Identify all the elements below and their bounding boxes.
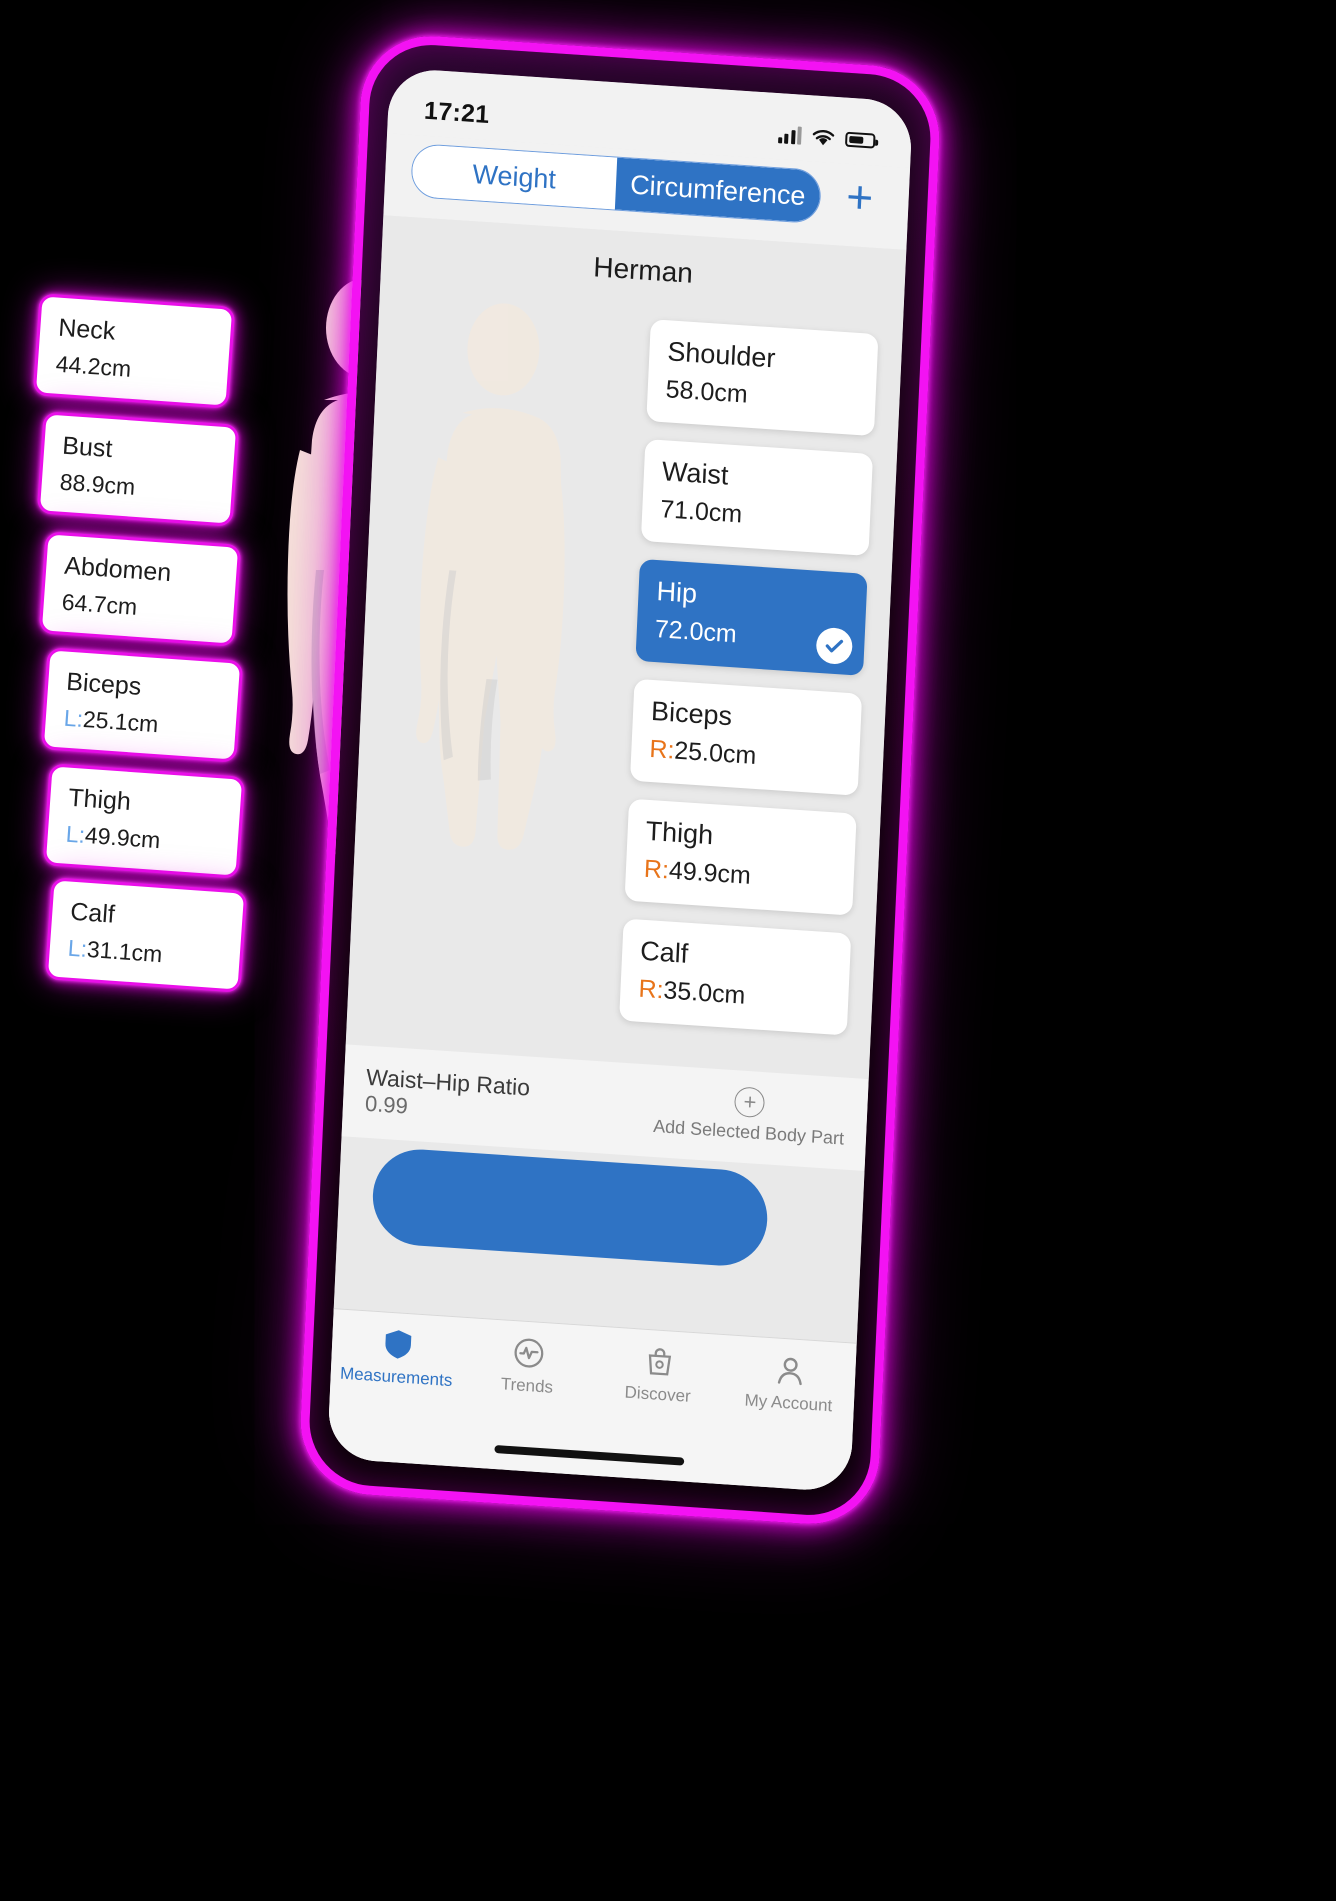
- measurement-name: Bust: [61, 431, 114, 464]
- tab-measurements[interactable]: Measurements: [330, 1323, 463, 1392]
- measurement-card-biceps[interactable]: Biceps R:25.0cm: [629, 678, 863, 796]
- measurement-value: 64.7cm: [61, 589, 217, 627]
- callout-card-bust[interactable]: Bust 88.9cm: [36, 411, 240, 527]
- shield-icon: [384, 1330, 411, 1359]
- person-icon: [777, 1357, 802, 1386]
- pulse-icon: [513, 1338, 543, 1368]
- side-prefix: L:: [63, 704, 84, 732]
- measurement-value: 58.0cm: [665, 375, 858, 417]
- measurements-content: Herman Shoulder 58.0cm Waist 71.0cm Hip …: [326, 215, 907, 1493]
- callout-card-biceps[interactable]: Biceps L:25.1cm: [40, 647, 244, 763]
- status-indicators: [777, 125, 876, 150]
- measurement-name: Biceps: [65, 667, 143, 701]
- bag-icon: [648, 1348, 671, 1376]
- body-silhouette-background: [362, 296, 627, 1090]
- tab-circumference[interactable]: Circumference: [614, 157, 821, 224]
- value-text: 44.2cm: [55, 350, 133, 382]
- measurement-card-hip[interactable]: Hip 72.0cm: [635, 558, 868, 676]
- side-prefix: R:: [643, 854, 670, 885]
- value-text: 31.1cm: [86, 935, 164, 968]
- tab-discover[interactable]: Discover: [592, 1340, 725, 1409]
- measurement-card-shoulder[interactable]: Shoulder 58.0cm: [646, 319, 879, 437]
- selected-check-icon: [815, 626, 854, 666]
- tab-label: Measurements: [339, 1363, 453, 1391]
- value-text: 71.0cm: [659, 495, 743, 529]
- measurement-value: R:49.9cm: [643, 855, 836, 897]
- value-text: 35.0cm: [662, 976, 746, 1010]
- tab-label: My Account: [744, 1390, 833, 1416]
- cellular-signal-icon: [777, 125, 802, 145]
- highlight-pill-bar: [370, 1146, 770, 1269]
- measurement-name: Thigh: [645, 815, 714, 851]
- add-body-part-button[interactable]: + Add Selected Body Part: [653, 1081, 846, 1150]
- measurement-value: L:31.1cm: [67, 935, 223, 973]
- value-text: 25.1cm: [82, 705, 160, 738]
- measurement-value: L:25.1cm: [63, 705, 219, 743]
- measurement-name: Abdomen: [63, 551, 173, 588]
- wifi-icon: [812, 129, 835, 145]
- battery-icon: [844, 131, 876, 149]
- value-text: 64.7cm: [61, 588, 139, 620]
- screenshot-root: 17:21 Weight Circumference + Herman Shou…: [0, 0, 1336, 1901]
- side-prefix: R:: [648, 734, 676, 765]
- measurement-name: Hip: [655, 576, 698, 609]
- home-indicator: [494, 1445, 685, 1466]
- value-text: 58.0cm: [665, 375, 749, 409]
- value-text: 72.0cm: [654, 615, 738, 649]
- add-measurement-button[interactable]: +: [836, 170, 884, 224]
- measurement-card-waist[interactable]: Waist 71.0cm: [640, 439, 874, 557]
- callout-card-neck[interactable]: Neck 44.2cm: [32, 293, 236, 409]
- phone-screen: 17:21 Weight Circumference + Herman Shou…: [326, 67, 914, 1493]
- measurement-value: L:49.9cm: [65, 821, 221, 859]
- measurement-value: R:25.0cm: [649, 735, 842, 777]
- human-silhouette-icon: [416, 303, 565, 850]
- value-text: 25.0cm: [673, 736, 757, 770]
- measurement-name: Biceps: [650, 695, 733, 732]
- plus-circle-icon: +: [734, 1086, 766, 1119]
- measurement-name: Waist: [661, 456, 730, 491]
- measurement-card-thigh[interactable]: Thigh R:49.9cm: [624, 798, 857, 916]
- tab-my-account[interactable]: My Account: [723, 1349, 856, 1418]
- tab-label: Trends: [500, 1374, 554, 1397]
- measurement-name: Thigh: [67, 783, 132, 817]
- tab-trends[interactable]: Trends: [461, 1332, 594, 1401]
- measurement-value: 88.9cm: [59, 469, 215, 507]
- tab-weight[interactable]: Weight: [411, 144, 618, 210]
- side-prefix: L:: [67, 934, 88, 962]
- callout-card-calf[interactable]: Calf L:31.1cm: [44, 877, 248, 993]
- side-prefix: R:: [637, 974, 665, 1005]
- measurement-card-list: Shoulder 58.0cm Waist 71.0cm Hip 72.0cm: [619, 319, 879, 1036]
- callout-card-thigh[interactable]: Thigh L:49.9cm: [42, 763, 246, 879]
- callout-card-abdomen[interactable]: Abdomen 64.7cm: [38, 531, 242, 647]
- measurement-name: Shoulder: [666, 336, 777, 374]
- value-text: 49.9cm: [84, 821, 162, 854]
- measurement-name: Calf: [69, 897, 116, 929]
- measurement-value: 71.0cm: [660, 495, 853, 537]
- status-time: 17:21: [423, 96, 491, 129]
- side-prefix: L:: [65, 820, 86, 848]
- measurement-name: Calf: [639, 935, 689, 969]
- measurement-value: 44.2cm: [55, 351, 211, 389]
- phone-mockup: 17:21 Weight Circumference + Herman Shou…: [297, 31, 943, 1529]
- value-text: 88.9cm: [59, 468, 137, 500]
- measurement-value: R:35.0cm: [638, 975, 831, 1017]
- add-body-part-label: Add Selected Body Part: [652, 1115, 845, 1149]
- tab-label: Discover: [624, 1382, 692, 1406]
- measurement-card-calf[interactable]: Calf R:35.0cm: [619, 918, 852, 1036]
- value-text: 49.9cm: [668, 856, 752, 890]
- measurement-name: Neck: [57, 313, 117, 346]
